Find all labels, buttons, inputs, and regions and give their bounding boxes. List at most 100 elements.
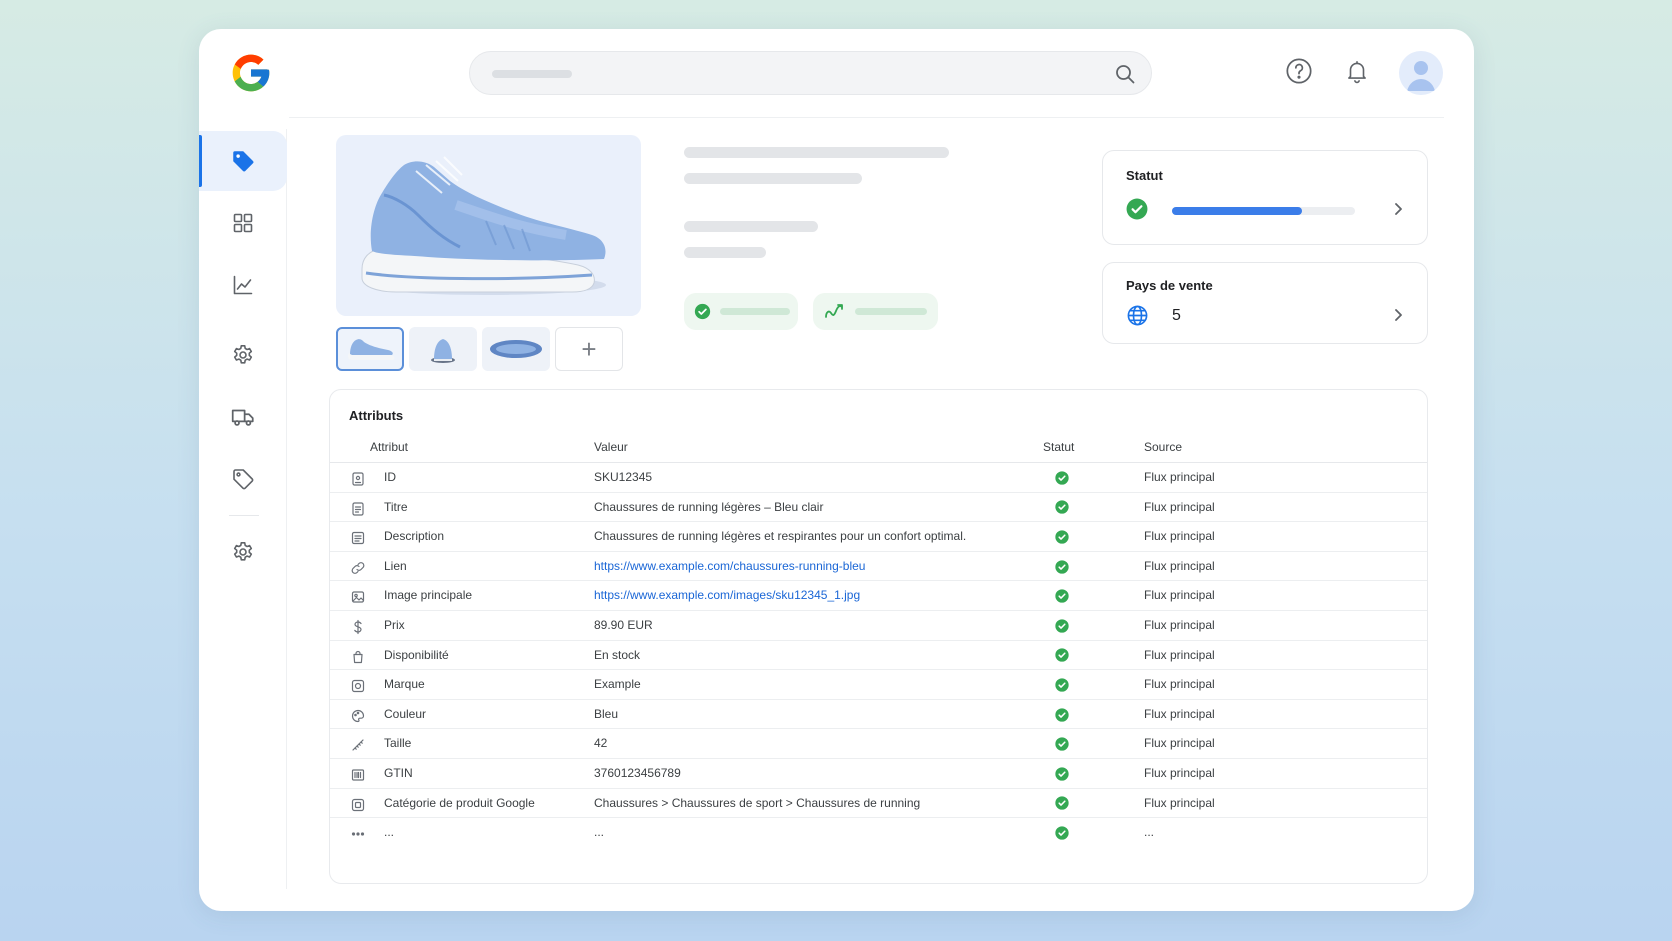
attribute-source: Flux principal (1144, 677, 1215, 692)
status-ok-icon (1055, 619, 1069, 633)
attribute-name: Couleur (384, 706, 427, 721)
sidebar-item-products[interactable] (199, 131, 287, 191)
status-ok-icon (1055, 589, 1069, 603)
palette-icon (351, 709, 365, 722)
top-bar (199, 29, 1474, 119)
attribute-source: Flux principal (1144, 618, 1215, 632)
sidebar-item-account-settings[interactable] (199, 522, 287, 582)
globe-icon (1127, 305, 1148, 326)
search-placeholder (492, 70, 572, 78)
sidebar-item-performance[interactable] (199, 255, 287, 315)
tag-outline-icon (233, 469, 254, 490)
sidebar-divider (229, 515, 259, 516)
status-card[interactable]: Statut (1102, 150, 1428, 245)
sidebar (199, 129, 287, 889)
countries-card[interactable]: Pays de vente 5 (1102, 262, 1428, 344)
countries-card-title: Pays de vente (1126, 278, 1213, 293)
column-header-source[interactable]: Source (1144, 440, 1182, 454)
column-header-status[interactable]: Statut (1043, 440, 1074, 454)
grid-icon (233, 213, 253, 233)
header-divider (289, 117, 1444, 118)
table-row[interactable]: ......... (330, 818, 1427, 848)
avatar[interactable] (1399, 51, 1443, 95)
help-button[interactable] (1281, 53, 1317, 89)
google-logo[interactable] (229, 51, 273, 95)
notifications-button[interactable] (1339, 53, 1375, 89)
attribute-value: En stock (594, 647, 641, 662)
search-bar[interactable] (469, 51, 1152, 95)
attribute-value: ... (594, 825, 605, 840)
sidebar-item-shipping[interactable] (199, 387, 287, 447)
table-row[interactable]: Disponibilité En stock Flux principal (330, 641, 1427, 671)
attribute-source: Flux principal (1144, 529, 1215, 544)
table-row[interactable]: Taille 42 Flux principal (330, 729, 1427, 759)
sidebar-item-settings[interactable] (199, 325, 287, 385)
table-row[interactable]: Description Chaussures de running légères… (330, 522, 1427, 552)
attribute-name: Marque (384, 677, 425, 692)
table-row[interactable]: Prix 89.90 EUR Flux principal (330, 611, 1427, 641)
chevron-right-icon[interactable] (1390, 307, 1406, 323)
attribute-source: Flux principal (1144, 766, 1215, 780)
trend-icon (825, 304, 843, 318)
title-skeleton (684, 147, 949, 158)
status-ok-icon (1055, 678, 1069, 692)
sidebar-item-promotions[interactable] (199, 449, 287, 509)
barcode-icon (351, 769, 365, 781)
bag-icon (353, 650, 363, 663)
table-row[interactable]: Titre Chaussures de running légères – Ble… (330, 493, 1427, 523)
status-card-title: Statut (1126, 168, 1163, 183)
status-ok-icon (1055, 796, 1069, 811)
thumbnail-3[interactable] (482, 327, 550, 371)
attribute-name: ID (384, 470, 396, 484)
chart-icon (233, 275, 253, 295)
image-icon (351, 591, 365, 603)
attribute-source: Flux principal (1144, 706, 1215, 721)
doc-icon (352, 501, 364, 516)
attribute-name: Titre (384, 499, 408, 514)
attribute-name: Disponibilité (384, 647, 449, 662)
running-shoe-image (361, 156, 606, 295)
search-icon[interactable] (1113, 62, 1137, 86)
column-header-attribute[interactable]: Attribut (370, 440, 408, 454)
table-row[interactable]: Couleur Bleu Flux principal (330, 700, 1427, 730)
table-row[interactable]: Lien https://www.example.com/chaussures-r… (330, 552, 1427, 582)
id-icon (352, 472, 364, 486)
detail-skeleton-short (684, 247, 766, 258)
column-header-value[interactable]: Valeur (594, 440, 628, 454)
table-row[interactable]: Image principale https://www.example.com/… (330, 581, 1427, 611)
attribute-source: Flux principal (1144, 558, 1215, 573)
table-row[interactable]: ID SKU12345 Flux principal (330, 463, 1427, 493)
status-ok-icon (1055, 767, 1069, 781)
subtitle-skeleton (684, 173, 862, 184)
attribute-source: Flux principal (1144, 795, 1215, 810)
status-ok-icon (1055, 500, 1069, 515)
detail-skeleton (684, 221, 818, 232)
attribute-value-link[interactable]: https://www.example.com/chaussures-runni… (594, 552, 865, 583)
attribute-value: Example (594, 677, 641, 692)
status-ok-icon (1055, 471, 1069, 485)
performance-chip[interactable] (813, 293, 938, 330)
table-row[interactable]: GTIN 3760123456789 Flux principal (330, 759, 1427, 789)
chevron-right-icon[interactable] (1390, 201, 1406, 217)
approved-chip[interactable] (684, 293, 798, 330)
gear-icon (233, 345, 253, 364)
attribute-name: Image principale (384, 588, 473, 603)
attribute-source: Flux principal (1144, 647, 1215, 662)
account-icon (1407, 61, 1435, 91)
table-row[interactable]: Marque Example Flux principal (330, 670, 1427, 700)
thumbnail-1[interactable] (336, 327, 404, 371)
sidebar-item-overview[interactable] (199, 193, 287, 253)
truck-icon (231, 409, 254, 426)
status-ok-icon (1055, 648, 1069, 663)
attribute-source: Flux principal (1144, 588, 1215, 603)
attribute-name: Lien (384, 558, 407, 573)
thumbnail-2[interactable] (409, 327, 477, 371)
product-main-image[interactable] (336, 135, 641, 316)
attribute-source: ... (1144, 825, 1155, 840)
table-row[interactable]: Catégorie de produit Google Chaussures > … (330, 789, 1427, 819)
attribute-value-link[interactable]: https://www.example.com/images/sku12345_… (594, 581, 860, 612)
add-image-button[interactable]: + (555, 327, 623, 371)
check-circle-icon (694, 303, 711, 320)
table-title: Attributs (349, 408, 404, 423)
dollar-icon (354, 619, 362, 635)
